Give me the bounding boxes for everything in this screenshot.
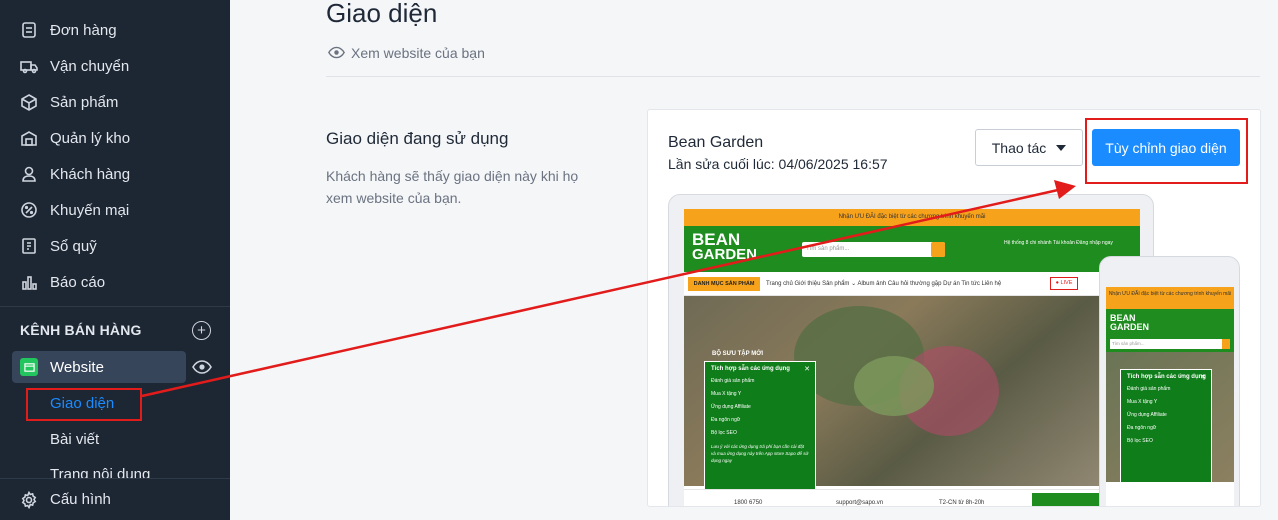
sidebar-item-shipping[interactable]: Vận chuyển <box>0 48 230 84</box>
chart-icon <box>20 273 38 291</box>
gear-icon <box>21 490 37 509</box>
preview-nav: DANH MỤC SẢN PHẨM Trang chủ Giới thiệu S… <box>684 272 1140 296</box>
preview-logo: BEAN GARDEN <box>692 231 758 263</box>
list-item: Mua X tặng Y <box>1127 399 1158 405</box>
preview-screen: Nhận ƯU ĐÃI đặc biệt từ các chương trình… <box>684 209 1140 506</box>
divider <box>0 306 230 307</box>
view-website-label: Xem website của bạn <box>351 44 485 61</box>
list-item: Đa ngôn ngữ <box>711 417 741 423</box>
divider <box>326 76 1260 77</box>
sidebar-item-label: Báo cáo <box>50 273 106 291</box>
list-item: Đánh giá sản phẩm <box>1127 386 1171 392</box>
mobile-search: Tìm sản phẩm... <box>1106 337 1234 352</box>
preview-apps-popup: ✕ Tích hợp sẵn các ứng dụng Đánh giá sản… <box>704 361 816 497</box>
plant-shape <box>854 356 934 416</box>
list-item: Đa ngôn ngữ <box>1127 425 1157 431</box>
actions-label: Thao tác <box>991 139 1047 156</box>
preview-footer: 1800 6750 support@sapo.vn T2-CN từ 8h-20… <box>684 489 1140 506</box>
discount-icon <box>20 201 38 219</box>
section-title: Giao diện đang sử dụng <box>326 129 509 148</box>
box-icon <box>20 93 38 111</box>
preview-category: DANH MỤC SẢN PHẨM <box>688 277 760 291</box>
website-label: Website <box>50 358 104 376</box>
sidebar-item-promotions[interactable]: Khuyến mại <box>0 192 230 228</box>
sidebar-item-label: Khuyến mại <box>50 201 130 219</box>
eye-icon <box>328 46 345 59</box>
sidebar-item-label: Khách hàng <box>50 165 131 183</box>
preview-header-links: Hệ thống 8 chi nhánh Tài khoản Đăng nhập… <box>1004 240 1113 246</box>
sidebar-item-reports[interactable]: Báo cáo <box>0 264 230 300</box>
search-icon <box>1222 339 1230 349</box>
list-item: Ứng dụng Affiliate <box>711 404 751 410</box>
mobile-screen: Nhận ƯU ĐÃI đặc biệt từ các chương trình… <box>1106 287 1234 506</box>
channel-section-title: KÊNH BÁN HÀNG <box>20 322 142 338</box>
list-item: Bộ lọc SEO <box>1127 438 1153 444</box>
preview-header: BEAN GARDEN Tìm sản phẩm... Hệ thống 8 c… <box>684 226 1140 272</box>
list-item: Bộ lọc SEO <box>711 430 737 436</box>
sidebar-item-website[interactable]: Website <box>12 351 186 383</box>
warehouse-icon <box>20 129 38 147</box>
caret-down-icon <box>1056 144 1067 151</box>
section-description: Khách hàng sẽ thấy giao diện này khi họ … <box>326 168 579 206</box>
orders-icon <box>20 21 38 39</box>
search-icon <box>931 242 945 257</box>
sidebar-item-label: Đơn hàng <box>50 21 117 39</box>
footer-hours: T2-CN từ 8h-20h <box>939 500 985 506</box>
user-icon <box>20 165 38 183</box>
highlight-box-theme-menu <box>26 388 142 421</box>
eye-icon[interactable] <box>192 359 212 380</box>
sidebar-item-settings[interactable]: Cấu hình <box>0 478 230 520</box>
theme-last-edit: Lần sửa cuối lúc: 04/06/2025 16:57 <box>668 156 888 172</box>
mobile-preview: Nhận ƯU ĐÃI đặc biệt từ các chương trình… <box>1099 256 1240 506</box>
sidebar-item-products[interactable]: Sản phẩm <box>0 84 230 120</box>
preview-nav-links: Trang chủ Giới thiệu Sản phẩm ⌄ Album ản… <box>766 281 1002 287</box>
sidebar: Đơn hàng Vận chuyển Sản phẩm Quản lý kho… <box>0 0 230 520</box>
list-item: Ứng dụng Affiliate <box>1127 412 1167 418</box>
popup-list: Đánh giá sản phẩm Mua X tặng Y Ứng dụng … <box>711 378 815 436</box>
sidebar-subitem-blog[interactable]: Bài viết <box>50 431 99 448</box>
footer-phone: 1800 6750 <box>734 500 763 506</box>
sidebar-item-label: Sản phẩm <box>50 93 119 111</box>
mobile-apps-popup: ✕ Tích hợp sẵn các ứng dụng Đánh giá sản… <box>1120 369 1212 489</box>
website-icon <box>20 358 38 376</box>
mobile-promo-bar: Nhận ƯU ĐÃI đặc biệt từ các chương trình… <box>1106 287 1234 309</box>
mobile-logo: BEAN GARDEN <box>1110 314 1149 332</box>
sidebar-item-label: Quản lý kho <box>50 129 131 147</box>
sidebar-item-customers[interactable]: Khách hàng <box>0 156 230 192</box>
list-item: Mua X tặng Y <box>711 391 742 397</box>
actions-dropdown-button[interactable]: Thao tác <box>975 129 1083 166</box>
view-website-link[interactable]: Xem website của bạn <box>328 44 485 61</box>
sidebar-item-orders[interactable]: Đơn hàng <box>0 12 230 48</box>
page-title: Giao diện <box>326 0 438 28</box>
truck-icon <box>20 57 38 75</box>
theme-name: Bean Garden <box>668 134 764 151</box>
preview-live-badge: ● LIVE <box>1050 277 1078 290</box>
sidebar-subitem-pages[interactable]: Trang nội dung <box>50 466 150 478</box>
preview-search: Tìm sản phẩm... <box>802 242 945 257</box>
popup-title: Tích hợp sẵn các ứng dụng <box>1127 374 1206 380</box>
mobile-search-input: Tìm sản phẩm... <box>1110 339 1222 349</box>
close-icon: ✕ <box>804 366 810 373</box>
popup-title: Tích hợp sẵn các ứng dụng <box>711 366 790 372</box>
sidebar-item-cashbook[interactable]: Sổ quỹ <box>0 228 230 264</box>
brand-bottom: GARDEN <box>692 246 758 263</box>
mobile-header: BEAN GARDEN <box>1106 309 1234 337</box>
sidebar-item-label: Vận chuyển <box>50 57 130 75</box>
highlight-box-customize <box>1085 118 1248 184</box>
sidebar-item-warehouse[interactable]: Quản lý kho <box>0 120 230 156</box>
mobile-bottom-bar <box>1106 482 1234 506</box>
list-item: Đánh giá sản phẩm <box>711 378 755 384</box>
popup-note: Lưu ý với các ứng dụng trả phí bạn cần c… <box>711 444 809 463</box>
settings-label: Cấu hình <box>50 491 111 508</box>
preview-promo-bar: Nhận ƯU ĐÃI đặc biệt từ các chương trình… <box>684 209 1140 226</box>
footer-email: support@sapo.vn <box>836 500 884 506</box>
sidebar-item-label: Sổ quỹ <box>50 237 97 255</box>
cashbook-icon <box>20 237 38 255</box>
close-icon: ✕ <box>1200 374 1206 381</box>
desktop-preview: Nhận ƯU ĐÃI đặc biệt từ các chương trình… <box>668 194 1154 506</box>
add-channel-icon[interactable]: + <box>192 321 211 340</box>
hero-tag: BỘ SƯU TẬP MỚI <box>712 351 763 357</box>
brand-bottom: GARDEN <box>1110 322 1150 332</box>
popup-list: Đánh giá sản phẩm Mua X tặng Y Ứng dụng … <box>1127 386 1211 444</box>
